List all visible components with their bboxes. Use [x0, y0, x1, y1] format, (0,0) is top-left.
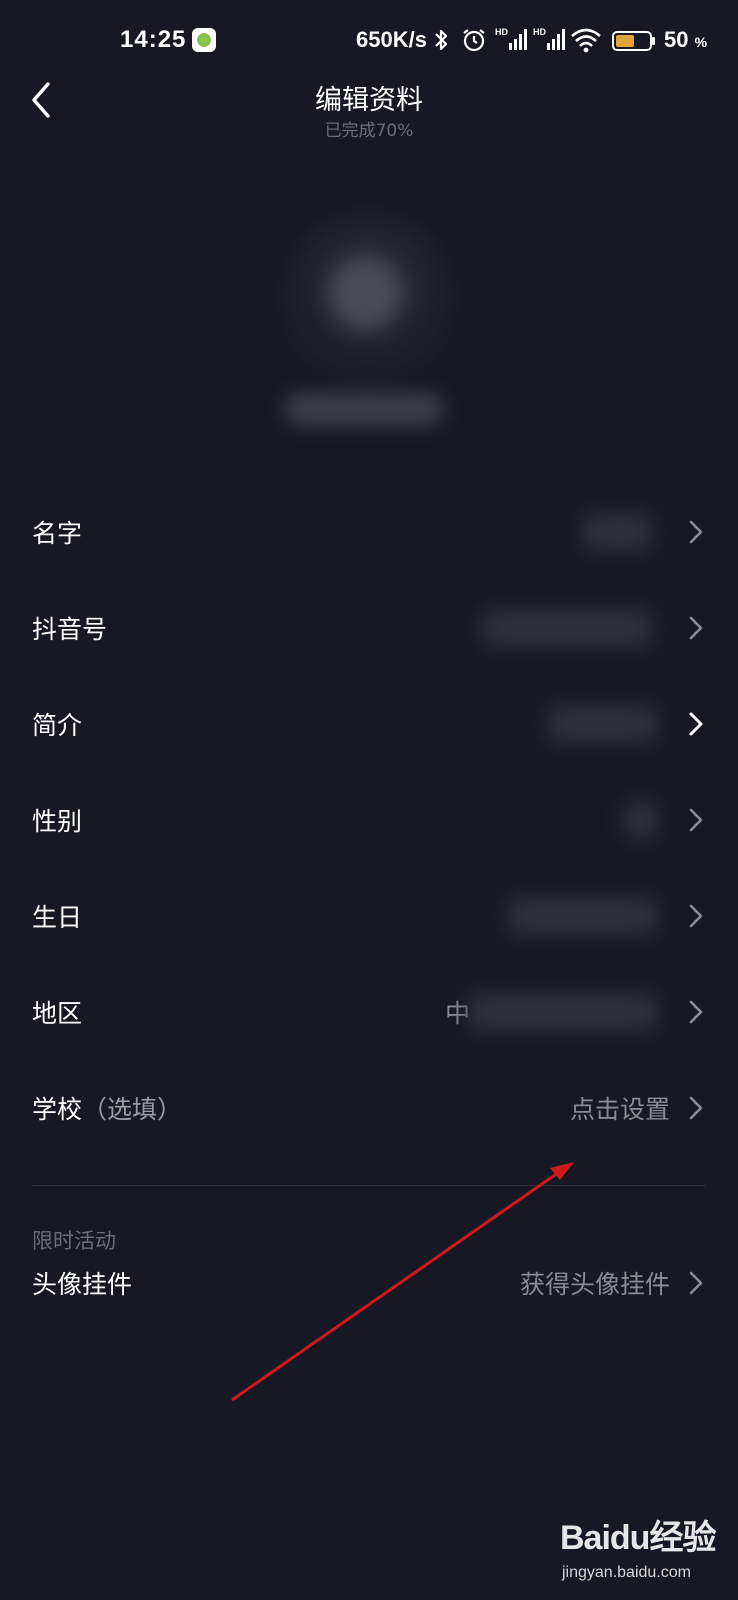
row-region[interactable]: 地区 中: [0, 964, 738, 1060]
chevron-right-icon: [689, 1096, 703, 1120]
row-gender[interactable]: 性别: [0, 772, 738, 868]
chevron-right-icon: [689, 616, 703, 640]
watermark-logo: Baidu经验: [560, 1519, 716, 1557]
row-name[interactable]: 名字: [0, 484, 738, 580]
status-time: 14:25: [120, 26, 187, 53]
baidu-watermark: Baidu经验 jingyan.baidu.com: [560, 1510, 735, 1595]
row-label: 头像挂件: [32, 1270, 133, 1299]
row-label: 名字: [32, 519, 83, 548]
chevron-right-icon: [689, 1000, 703, 1024]
app-badge-icon: [192, 28, 216, 52]
row-label: 性别: [32, 807, 83, 836]
row-avatar-pendant[interactable]: 头像挂件 获得头像挂件: [0, 1235, 738, 1331]
row-label: 地区: [32, 999, 83, 1028]
wifi-icon: [571, 28, 601, 53]
network-speed: 650K/s: [356, 27, 427, 52]
chevron-right-icon: [689, 520, 703, 544]
row-school[interactable]: 学校（选填） 点击设置: [0, 1060, 738, 1156]
alarm-icon: [463, 29, 485, 52]
page-title: 编辑资料: [315, 85, 423, 116]
battery-icon: [612, 31, 655, 51]
hd-signal-icon: HD: [495, 27, 527, 50]
svg-text:HD: HD: [495, 27, 508, 37]
avatar[interactable]: [268, 198, 468, 398]
watermark-url: jingyan.baidu.com: [562, 1564, 691, 1581]
row-label: 学校（选填）: [32, 1095, 183, 1124]
hd-signal-icon: HD: [533, 27, 565, 50]
row-label: 生日: [32, 903, 83, 932]
blurred-value: [548, 706, 658, 742]
blurred-value: [582, 514, 652, 550]
blurred-value: [482, 610, 652, 646]
battery-unit: %: [694, 34, 708, 50]
chevron-right-icon: [689, 1271, 703, 1295]
get-avatar-pendant-link[interactable]: 获得头像挂件: [520, 1265, 670, 1301]
status-bar: 14:25 650K/s HD HD 50 %: [0, 0, 738, 80]
blurred-value: [468, 994, 658, 1030]
svg-text:HD: HD: [533, 27, 546, 37]
bluetooth-icon: [435, 29, 448, 51]
chevron-right-icon: [689, 712, 703, 736]
blurred-nickname: [284, 392, 444, 426]
divider: [32, 1185, 706, 1186]
row-label: 抖音号: [32, 615, 108, 644]
battery-percent: 50 %: [664, 27, 708, 52]
blurred-value: [624, 802, 658, 838]
chevron-right-icon: [689, 904, 703, 928]
arrow-head: [550, 1162, 574, 1180]
completion-progress: 已完成70%: [324, 121, 414, 141]
chevron-right-icon: [689, 808, 703, 832]
optional-hint: （选填）: [82, 1095, 183, 1124]
row-label: 简介: [32, 711, 83, 740]
region-value: 中: [444, 999, 470, 1028]
school-set-link[interactable]: 点击设置: [570, 1090, 670, 1126]
blurred-value: [508, 898, 658, 934]
row-douyin-id[interactable]: 抖音号: [0, 580, 738, 676]
row-birthday[interactable]: 生日: [0, 868, 738, 964]
avatar-blur: [330, 258, 400, 328]
row-bio[interactable]: 简介: [0, 676, 738, 772]
